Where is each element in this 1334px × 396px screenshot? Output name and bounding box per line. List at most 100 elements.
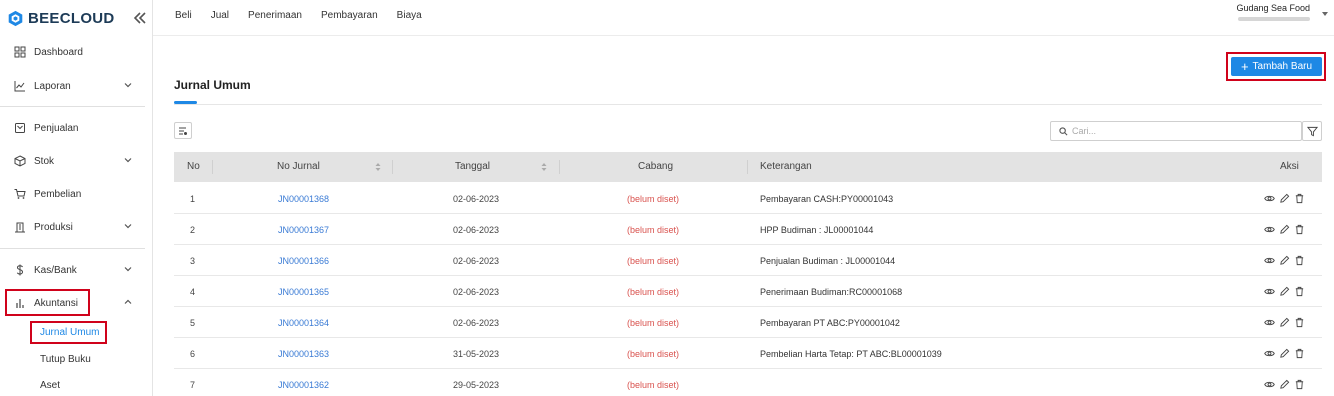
search-input[interactable]: [1072, 126, 1292, 136]
cell-no-jurnal-link[interactable]: JN00001367: [278, 225, 329, 235]
sidebar-item-stok[interactable]: Stok: [0, 151, 145, 171]
topnav-jual[interactable]: Jual: [211, 10, 229, 21]
view-icon[interactable]: [1264, 224, 1275, 235]
edit-icon[interactable]: [1279, 317, 1290, 328]
cell-cabang: (belum diset): [627, 194, 680, 204]
edit-icon[interactable]: [1279, 193, 1290, 204]
sidebar-subitem-jurnal-umum[interactable]: Jurnal Umum: [40, 327, 99, 338]
edit-icon[interactable]: [1279, 379, 1290, 390]
sidebar-item-produksi[interactable]: Produksi: [0, 217, 145, 237]
cell-no-jurnal-link[interactable]: JN00001368: [278, 194, 329, 204]
table-row[interactable]: 6 JN00001363 31-05-2023 (belum diset) Pembel…: [174, 338, 1322, 369]
bar-chart-icon: [13, 296, 27, 310]
caret-down-icon[interactable]: [1322, 12, 1328, 16]
cell-no-jurnal-link[interactable]: JN00001362: [278, 380, 329, 390]
view-icon[interactable]: [1264, 255, 1275, 266]
view-icon[interactable]: [1264, 317, 1275, 328]
cell-no-jurnal-link[interactable]: JN00001365: [278, 287, 329, 297]
delete-icon[interactable]: [1294, 193, 1305, 204]
col-header-no[interactable]: No: [187, 161, 200, 172]
row-actions: [1264, 255, 1305, 266]
factory-icon: [13, 220, 27, 234]
filter-icon: [1306, 126, 1318, 136]
topnav-penerimaan[interactable]: Penerimaan: [248, 10, 302, 21]
dollar-icon: [13, 263, 27, 277]
sidebar-subitem-aset[interactable]: Aset: [40, 380, 60, 391]
delete-icon[interactable]: [1294, 255, 1305, 266]
sidebar-item-akuntansi[interactable]: Akuntansi: [0, 293, 145, 313]
plus-icon: +: [1240, 59, 1249, 74]
filter-button[interactable]: [1302, 121, 1322, 141]
table-header: No No Jurnal Tanggal Cabang Keterangan A…: [174, 152, 1322, 182]
cell-cabang: (belum diset): [627, 318, 680, 328]
cell-tanggal: 29-05-2023: [453, 380, 500, 390]
add-new-button[interactable]: + Tambah Baru: [1231, 57, 1322, 76]
topnav-beli[interactable]: Beli: [175, 10, 192, 21]
cell-tanggal: 31-05-2023: [453, 349, 500, 359]
cell-no-jurnal-link[interactable]: JN00001363: [278, 349, 329, 359]
table-row[interactable]: 4 JN00001365 02-06-2023 (belum diset) Peneri…: [174, 276, 1322, 307]
sort-icon[interactable]: [375, 162, 381, 172]
edit-icon[interactable]: [1279, 224, 1290, 235]
delete-icon[interactable]: [1294, 224, 1305, 235]
col-header-aksi: Aksi: [1280, 161, 1299, 172]
row-actions: [1264, 224, 1305, 235]
sidebar-item-label: Stok: [34, 155, 55, 167]
search-box: [1050, 121, 1302, 141]
cell-no: 1: [190, 194, 196, 204]
company-name[interactable]: Gudang Sea Food: [1236, 3, 1310, 13]
sidebar-item-laporan[interactable]: Laporan: [0, 76, 145, 96]
sidebar-item-pembelian[interactable]: Pembelian: [0, 184, 145, 204]
cell-keterangan: Pembayaran PT ABC:PY00001042: [760, 318, 900, 328]
sidebar-subitem-tutup-buku[interactable]: Tutup Buku: [40, 354, 91, 365]
view-icon[interactable]: [1264, 348, 1275, 359]
cell-no-jurnal-link[interactable]: JN00001364: [278, 318, 329, 328]
cell-no: 3: [190, 256, 196, 266]
table-row[interactable]: 1 JN00001368 02-06-2023 (belum diset) Pembay…: [174, 183, 1322, 214]
sort-icon[interactable]: [541, 162, 547, 172]
delete-icon[interactable]: [1294, 379, 1305, 390]
page-title: Jurnal Umum: [174, 78, 251, 92]
col-header-no-jurnal[interactable]: No Jurnal: [277, 161, 320, 172]
topnav-biaya[interactable]: Biaya: [397, 10, 422, 21]
chevron-up-icon: [124, 299, 132, 304]
column-settings-button[interactable]: [174, 122, 192, 139]
cell-cabang: (belum diset): [627, 380, 680, 390]
sidebar-item-penjualan[interactable]: Penjualan: [0, 118, 145, 138]
sidebar-item-label: Kas/Bank: [34, 264, 77, 276]
cell-no-jurnal-link[interactable]: JN00001366: [278, 256, 329, 266]
delete-icon[interactable]: [1294, 348, 1305, 359]
chevron-down-icon: [124, 158, 132, 163]
edit-icon[interactable]: [1279, 286, 1290, 297]
view-icon[interactable]: [1264, 286, 1275, 297]
col-header-keterangan: Keterangan: [760, 161, 812, 172]
brand: BEECLOUD: [0, 0, 152, 36]
delete-icon[interactable]: [1294, 286, 1305, 297]
table-row[interactable]: 3 JN00001366 02-06-2023 (belum diset) Penjua…: [174, 245, 1322, 276]
cell-no: 4: [190, 287, 196, 297]
sidebar-item-label: Pembelian: [34, 188, 82, 200]
topnav-pembayaran[interactable]: Pembayaran: [321, 10, 378, 21]
collapse-sidebar-icon[interactable]: [133, 11, 147, 25]
cell-tanggal: 02-06-2023: [453, 225, 500, 235]
table-row[interactable]: 5 JN00001364 02-06-2023 (belum diset) Pembay…: [174, 307, 1322, 338]
delete-icon[interactable]: [1294, 317, 1305, 328]
table-row[interactable]: 2 JN00001367 02-06-2023 (belum diset) HPP Bu…: [174, 214, 1322, 245]
edit-icon[interactable]: [1279, 348, 1290, 359]
row-actions: [1264, 379, 1305, 390]
dashboard-icon: [13, 45, 27, 59]
sidebar-item-kas-bank[interactable]: Kas/Bank: [0, 260, 145, 280]
chevron-down-icon: [124, 83, 132, 88]
sidebar-item-dashboard[interactable]: Dashboard: [0, 42, 145, 62]
col-header-cabang: Cabang: [638, 161, 674, 172]
sidebar-item-label: Produksi: [34, 221, 73, 233]
column-separator: [392, 160, 393, 174]
divider: [0, 248, 145, 249]
view-icon[interactable]: [1264, 379, 1275, 390]
edit-icon[interactable]: [1279, 255, 1290, 266]
table-row[interactable]: 7 JN00001362 29-05-2023 (belum diset): [174, 369, 1322, 396]
row-actions: [1264, 193, 1305, 204]
col-header-tanggal[interactable]: Tanggal: [455, 161, 490, 172]
sidebar-item-label: Laporan: [34, 80, 71, 92]
view-icon[interactable]: [1264, 193, 1275, 204]
